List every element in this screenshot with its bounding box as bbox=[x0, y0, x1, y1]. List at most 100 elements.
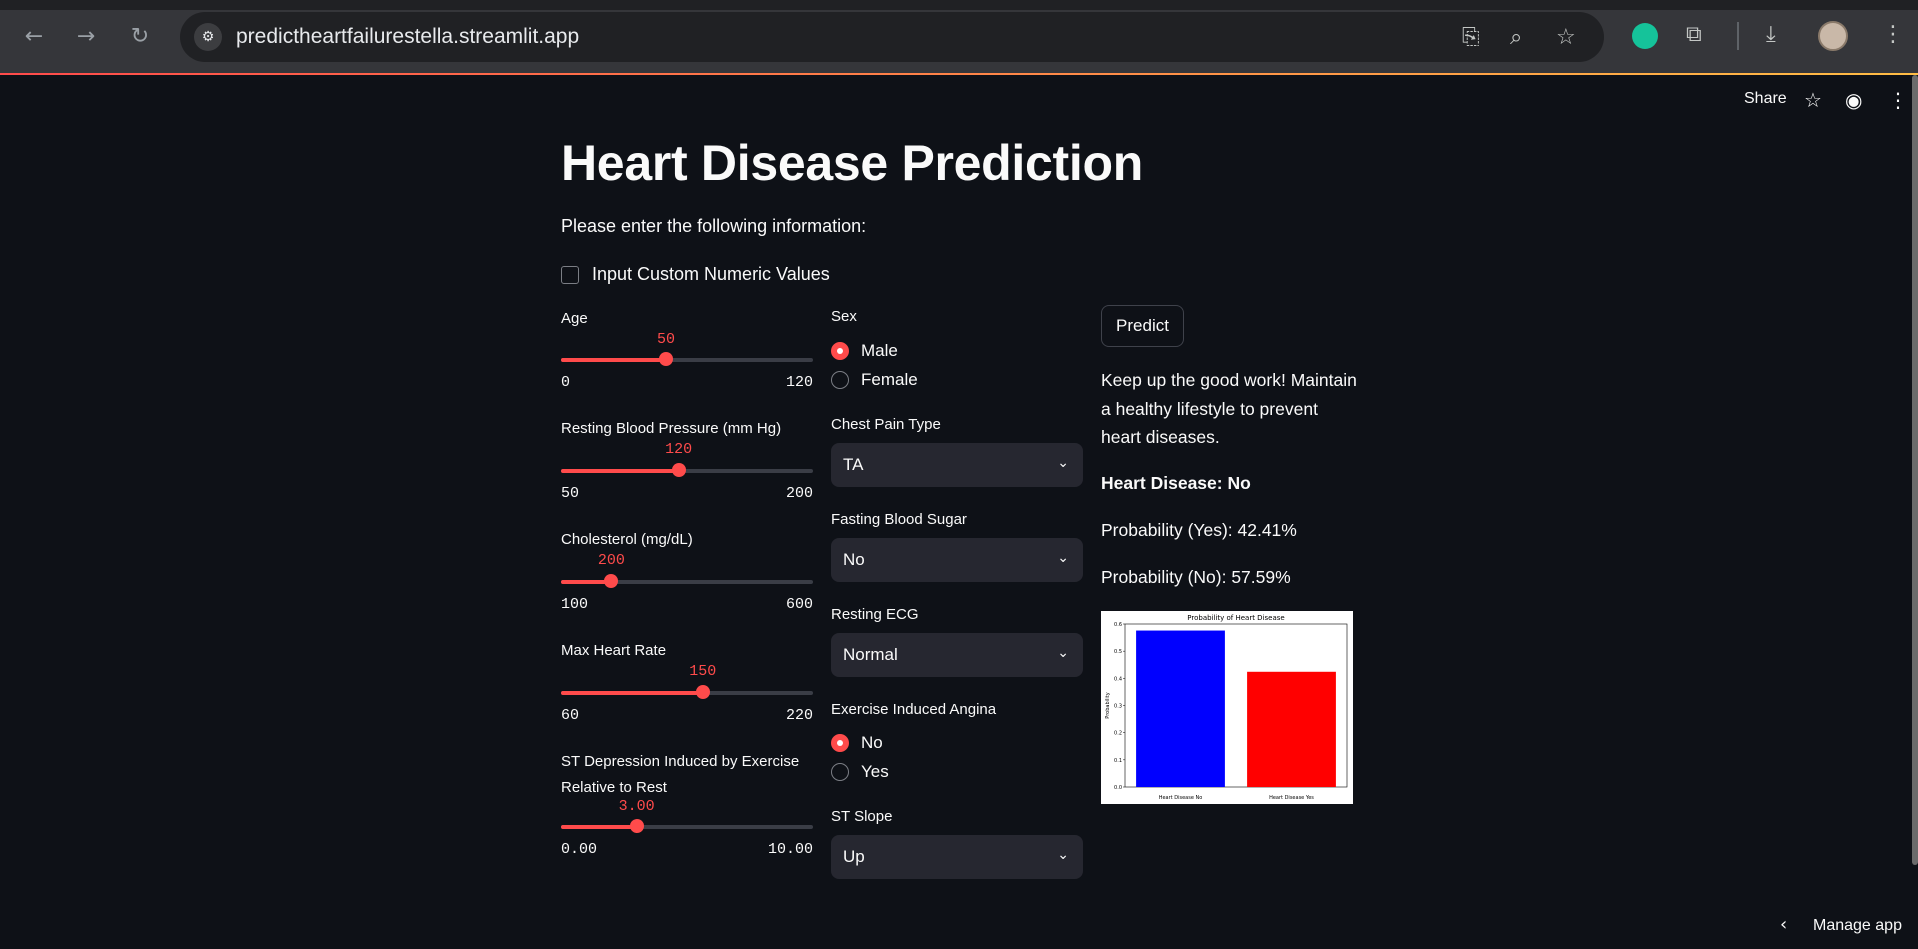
zoom-icon[interactable]: ⌕ bbox=[1510, 25, 1522, 50]
resting-bp-slider-thumb[interactable] bbox=[671, 463, 686, 477]
sex-female-label[interactable]: Female bbox=[861, 370, 918, 390]
st-depression-slider-fill bbox=[561, 825, 637, 829]
site-info-icon[interactable]: ⚙ bbox=[194, 23, 222, 51]
x-tick-label: Heart Disease No bbox=[1159, 795, 1203, 801]
max-heart-rate-slider-value: 150 bbox=[689, 663, 717, 680]
streamlit-decoration-bar bbox=[0, 73, 1918, 75]
custom-values-checkbox-label[interactable]: Input Custom Numeric Values bbox=[592, 264, 830, 285]
browser-toolbar: ← → ↻ ⚙ predictheartfailurestella.stream… bbox=[0, 0, 1918, 73]
angina-option-yes[interactable]: Yes bbox=[831, 762, 889, 782]
sex-female-radio[interactable] bbox=[831, 371, 849, 389]
manage-app-button[interactable]: Manage app bbox=[1813, 917, 1902, 935]
resting-bp-slider-max: 200 bbox=[785, 485, 813, 502]
angina-label: Exercise Induced Angina bbox=[831, 701, 997, 718]
probability-no: Probability (No): 57.59% bbox=[1101, 567, 1291, 587]
address-bar[interactable]: ⚙ predictheartfailurestella.streamlit.ap… bbox=[180, 12, 1604, 62]
page-title: Heart Disease Prediction bbox=[561, 135, 1143, 191]
age-slider-min: 0 bbox=[561, 374, 571, 391]
probability-chart-svg: Probability of Heart Disease 0.0 0.1 0.2 0.3… bbox=[1105, 614, 1348, 801]
custom-values-checkbox-row[interactable]: Input Custom Numeric Values bbox=[561, 264, 830, 285]
bookmark-star-icon[interactable]: ☆ bbox=[1556, 25, 1576, 50]
max-heart-rate-slider-label: Max Heart Rate bbox=[561, 642, 667, 659]
github-icon[interactable]: ◉ bbox=[1845, 88, 1862, 112]
age-slider-track[interactable] bbox=[561, 352, 813, 366]
angina-no-label[interactable]: No bbox=[861, 733, 883, 753]
st-depression-slider-label-line2: Relative to Rest bbox=[561, 779, 667, 796]
y-tick-label: 0.5 bbox=[1114, 649, 1122, 655]
cholesterol-slider-thumb[interactable] bbox=[604, 574, 619, 588]
st-depression-slider-max: 10.00 bbox=[767, 841, 813, 858]
page-subtitle: Please enter the following information: bbox=[561, 216, 867, 236]
sex-label: Sex bbox=[831, 308, 857, 325]
age-slider-thumb[interactable] bbox=[659, 352, 673, 366]
scrollbar[interactable] bbox=[1912, 75, 1918, 865]
probability-chart: Probability of Heart Disease 0.0 0.1 0.2 0.3… bbox=[1101, 611, 1353, 804]
sex-male-label[interactable]: Male bbox=[861, 341, 898, 361]
url-text[interactable]: predictheartfailurestella.streamlit.app bbox=[236, 25, 579, 49]
st-depression-slider-thumb[interactable] bbox=[629, 819, 644, 833]
resting-ecg-value[interactable]: Normal bbox=[843, 645, 898, 665]
sex-male-radio[interactable] bbox=[831, 342, 849, 360]
resting-ecg-select[interactable]: Normal ⌄ bbox=[831, 633, 1083, 677]
browser-menu-icon[interactable]: ⋮ bbox=[1882, 22, 1904, 47]
chevron-down-icon[interactable]: ⌄ bbox=[1057, 847, 1069, 863]
chest-pain-label: Chest Pain Type bbox=[831, 416, 941, 433]
y-tick-label: 0.0 bbox=[1114, 785, 1122, 791]
cholesterol-slider-value: 200 bbox=[597, 552, 625, 569]
install-app-icon[interactable]: ⎘ bbox=[1462, 25, 1480, 50]
max-heart-rate-slider-thumb[interactable] bbox=[695, 685, 710, 699]
angina-yes-radio[interactable] bbox=[831, 763, 849, 781]
st-slope-select[interactable]: Up ⌄ bbox=[831, 835, 1083, 879]
cholesterol-slider-max: 600 bbox=[785, 596, 813, 613]
angina-yes-label[interactable]: Yes bbox=[861, 762, 889, 782]
chart-title: Probability of Heart Disease bbox=[1187, 614, 1284, 622]
heart-disease-result: Heart Disease: No bbox=[1101, 473, 1251, 493]
chevron-down-icon[interactable]: ⌄ bbox=[1057, 455, 1069, 471]
download-icon[interactable]: ⤓ bbox=[1766, 22, 1776, 47]
extensions-puzzle-icon[interactable]: ⧉ bbox=[1686, 22, 1702, 47]
resting-bp-slider-label: Resting Blood Pressure (mm Hg) bbox=[561, 420, 782, 437]
chevron-left-icon[interactable]: ‹ bbox=[1780, 914, 1787, 935]
angina-option-no[interactable]: No bbox=[831, 733, 883, 753]
max-heart-rate-slider-min: 60 bbox=[561, 707, 580, 724]
max-heart-rate-slider-max: 220 bbox=[785, 707, 813, 724]
st-depression-slider-label: ST Depression Induced by Exercise Relativ… bbox=[561, 749, 799, 801]
forward-icon[interactable]: → bbox=[72, 22, 100, 50]
cholesterol-slider-track[interactable] bbox=[561, 574, 813, 588]
st-slope-value[interactable]: Up bbox=[843, 847, 865, 867]
age-slider-fill bbox=[561, 358, 666, 362]
chest-pain-value[interactable]: TA bbox=[843, 455, 863, 475]
predict-button[interactable]: Predict bbox=[1101, 305, 1184, 347]
st-depression-slider-value: 3.00 bbox=[618, 798, 655, 815]
sex-option-female[interactable]: Female bbox=[831, 370, 918, 390]
st-depression-slider-min: 0.00 bbox=[561, 841, 598, 858]
toolbar-separator bbox=[1737, 22, 1739, 50]
fasting-bs-select[interactable]: No ⌄ bbox=[831, 538, 1083, 582]
max-heart-rate-slider-track[interactable] bbox=[561, 685, 813, 699]
max-heart-rate-slider-fill bbox=[561, 691, 703, 695]
st-depression-slider-label-line1: ST Depression Induced by Exercise bbox=[561, 753, 800, 770]
bar-heart-disease-no bbox=[1136, 630, 1225, 787]
share-button[interactable]: Share bbox=[1744, 90, 1787, 108]
app-menu-icon[interactable]: ⋮ bbox=[1888, 88, 1908, 112]
favorite-star-icon[interactable]: ☆ bbox=[1804, 88, 1822, 112]
tab-strip bbox=[0, 0, 1918, 10]
fasting-bs-value[interactable]: No bbox=[843, 550, 865, 570]
resting-bp-slider-track[interactable] bbox=[561, 463, 813, 477]
grammarly-extension-icon[interactable] bbox=[1632, 23, 1658, 49]
reload-icon[interactable]: ↻ bbox=[126, 22, 154, 50]
resting-bp-slider-value: 120 bbox=[665, 441, 693, 458]
profile-avatar[interactable] bbox=[1818, 21, 1848, 51]
chevron-down-icon[interactable]: ⌄ bbox=[1057, 645, 1069, 661]
chest-pain-select[interactable]: TA ⌄ bbox=[831, 443, 1083, 487]
sex-option-male[interactable]: Male bbox=[831, 341, 898, 361]
custom-values-checkbox[interactable] bbox=[561, 265, 579, 284]
cholesterol-slider-min: 100 bbox=[561, 596, 589, 613]
y-tick-label: 0.3 bbox=[1114, 704, 1122, 710]
back-icon[interactable]: ← bbox=[20, 22, 48, 50]
resting-bp-slider-fill bbox=[561, 469, 679, 473]
st-depression-slider-track[interactable] bbox=[561, 819, 813, 833]
chevron-down-icon[interactable]: ⌄ bbox=[1057, 550, 1069, 566]
age-slider-max: 120 bbox=[785, 374, 813, 391]
angina-no-radio[interactable] bbox=[831, 734, 849, 752]
